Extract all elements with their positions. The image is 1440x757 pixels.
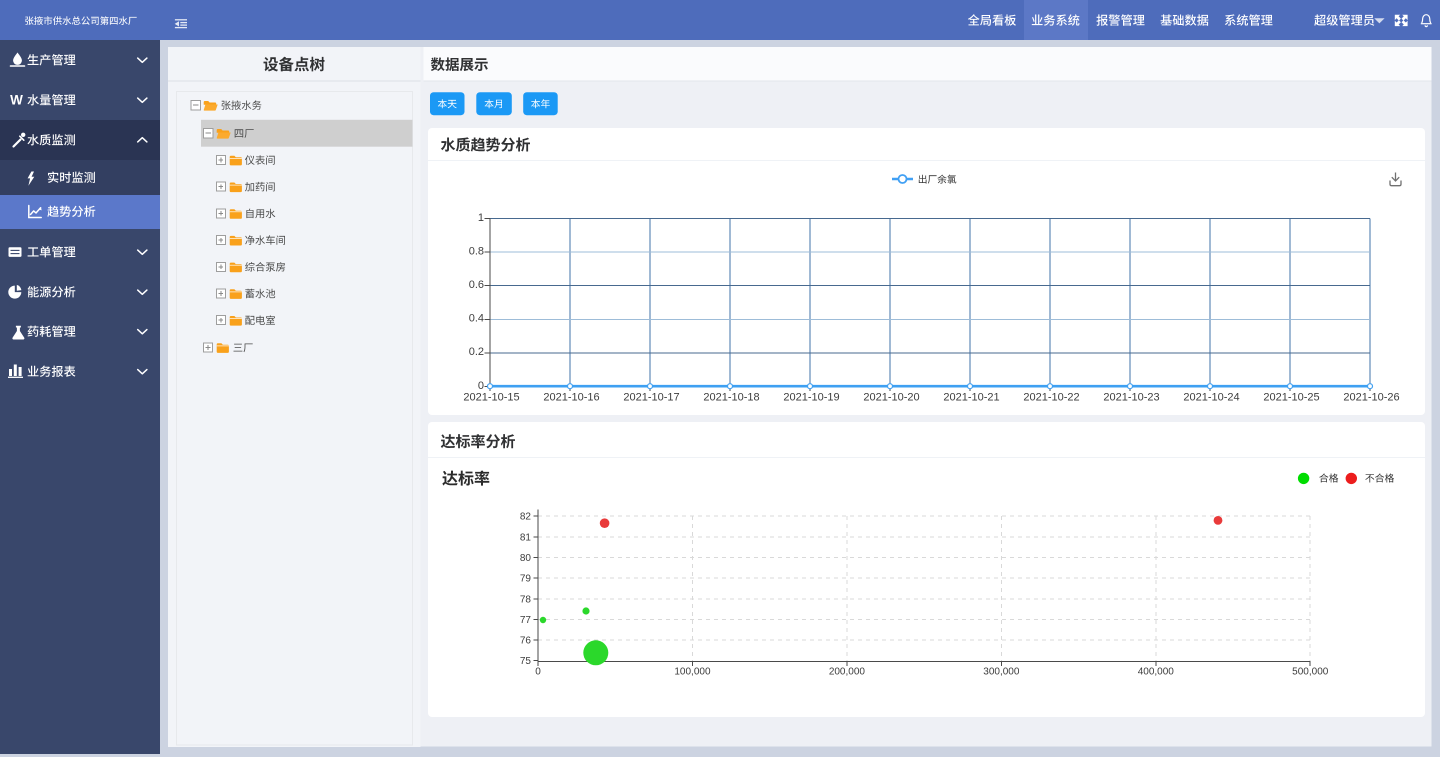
svg-text:0.4: 0.4 xyxy=(469,313,484,325)
svg-text:400,000: 400,000 xyxy=(1138,667,1175,678)
svg-text:82: 82 xyxy=(520,512,532,523)
svg-text:2021-10-18: 2021-10-18 xyxy=(703,391,759,403)
svg-text:79: 79 xyxy=(520,574,532,585)
svg-text:0: 0 xyxy=(535,667,541,678)
svg-text:0: 0 xyxy=(478,380,484,392)
svg-text:81: 81 xyxy=(520,532,532,543)
svg-text:76: 76 xyxy=(520,636,532,647)
svg-text:0.6: 0.6 xyxy=(469,279,484,291)
svg-text:0.2: 0.2 xyxy=(469,346,484,358)
svg-text:2021-10-23: 2021-10-23 xyxy=(1103,391,1159,403)
svg-text:2021-10-15: 2021-10-15 xyxy=(463,391,519,403)
svg-text:200,000: 200,000 xyxy=(829,667,866,678)
svg-text:1: 1 xyxy=(478,212,484,224)
svg-text:2021-10-25: 2021-10-25 xyxy=(1263,391,1319,403)
svg-text:2021-10-16: 2021-10-16 xyxy=(543,391,599,403)
svg-text:75: 75 xyxy=(520,656,532,667)
svg-text:80: 80 xyxy=(520,553,532,564)
svg-text:2021-10-20: 2021-10-20 xyxy=(863,391,919,403)
svg-text:W: W xyxy=(10,93,23,108)
svg-text:2021-10-19: 2021-10-19 xyxy=(783,391,839,403)
svg-text:77: 77 xyxy=(520,615,532,626)
svg-text:0.8: 0.8 xyxy=(469,246,484,258)
svg-text:500,000: 500,000 xyxy=(1292,667,1329,678)
svg-text:2021-10-26: 2021-10-26 xyxy=(1343,391,1399,403)
svg-text:78: 78 xyxy=(520,594,532,605)
svg-text:2021-10-21: 2021-10-21 xyxy=(943,391,999,403)
svg-text:100,000: 100,000 xyxy=(674,667,711,678)
svg-text:2021-10-24: 2021-10-24 xyxy=(1183,391,1239,403)
svg-text:300,000: 300,000 xyxy=(983,667,1020,678)
svg-text:2021-10-17: 2021-10-17 xyxy=(623,391,679,403)
svg-text:2021-10-22: 2021-10-22 xyxy=(1023,391,1079,403)
